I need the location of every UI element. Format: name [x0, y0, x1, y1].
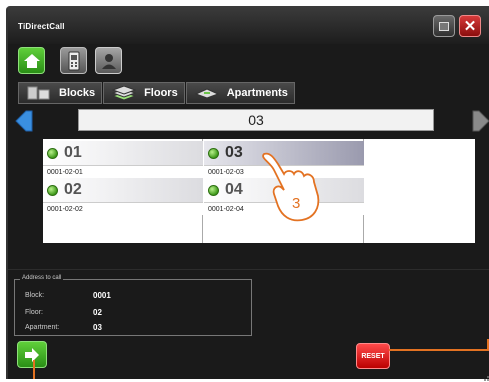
address-panel: Address to call Block: 0001 Floor: 02 Ap…: [14, 275, 252, 336]
apartment-column: [365, 139, 489, 243]
floor-display: 03: [78, 109, 434, 131]
tab-blocks-label: Blocks: [59, 87, 96, 99]
address-legend: Address to call: [20, 275, 64, 281]
divider: [8, 269, 489, 270]
intercom-icon: [68, 51, 79, 70]
floor-value-readout: 02: [93, 308, 102, 317]
reset-button[interactable]: RESET: [356, 343, 390, 369]
home-icon: [23, 53, 40, 68]
apartment-value: 03: [93, 323, 102, 332]
tab-apartments[interactable]: Apartments: [185, 82, 295, 104]
title-bar: TiDirectCall ✕: [8, 8, 489, 44]
status-dot-icon: [208, 184, 219, 196]
close-button[interactable]: ✕: [459, 15, 481, 37]
apartment-code: 0001-02-01: [43, 165, 203, 178]
resize-grip-icon[interactable]: [483, 372, 489, 382]
previous-floor-arrow-icon[interactable]: [14, 110, 34, 132]
apartment-number: 04: [225, 181, 243, 198]
next-floor-arrow-icon[interactable]: [471, 110, 489, 132]
floor-value: 03: [248, 112, 264, 128]
tab-blocks[interactable]: Blocks: [18, 82, 103, 104]
block-value: 0001: [93, 291, 111, 300]
block-label: Block:: [25, 292, 45, 299]
tab-floors-label: Floors: [144, 87, 178, 99]
close-icon: ✕: [463, 18, 477, 35]
callout-line: [33, 360, 35, 379]
tab-bar: Blocks Floors Apartments: [18, 82, 295, 104]
apartment-column: 01 0001-02-01 02 0001-02-02: [43, 139, 203, 243]
call-button[interactable]: [17, 341, 47, 368]
floors-icon: [110, 86, 138, 100]
apartment-cell-02[interactable]: 02 0001-02-02: [43, 178, 203, 215]
maximize-icon: [439, 21, 449, 31]
apartment-number: 01: [64, 144, 82, 161]
callout-line: [389, 349, 489, 351]
app-window: TiDirectCall ✕ Blocks Floors Apartments …: [6, 6, 489, 382]
home-button[interactable]: [18, 47, 45, 74]
status-dot-icon: [47, 184, 58, 196]
apartment-cell-01[interactable]: 01 0001-02-01: [43, 141, 203, 178]
pointing-hand-icon: 3: [262, 152, 320, 222]
status-dot-icon: [47, 147, 58, 159]
intercom-button[interactable]: [60, 47, 87, 74]
window-title: TiDirectCall: [18, 22, 65, 31]
apartment-number: 02: [64, 181, 82, 198]
apartment-code: 0001-02-02: [43, 202, 203, 215]
maximize-button[interactable]: [433, 15, 455, 37]
callout-number: 3: [292, 195, 300, 212]
floor-label: Floor:: [25, 309, 43, 316]
tab-apartments-label: Apartments: [226, 87, 288, 99]
apartment-label: Apartment:: [25, 324, 60, 331]
apartment-number: 03: [225, 144, 243, 161]
status-dot-icon: [208, 147, 219, 159]
blocks-icon: [25, 86, 53, 100]
user-icon: [101, 53, 116, 69]
call-arrow-icon: [25, 347, 39, 362]
tab-floors[interactable]: Floors: [103, 82, 185, 104]
apartments-icon: [193, 86, 221, 100]
apartment-grid: 01 0001-02-01 02 0001-02-02 03 0001-02-0…: [43, 139, 475, 243]
user-button[interactable]: [95, 47, 122, 74]
